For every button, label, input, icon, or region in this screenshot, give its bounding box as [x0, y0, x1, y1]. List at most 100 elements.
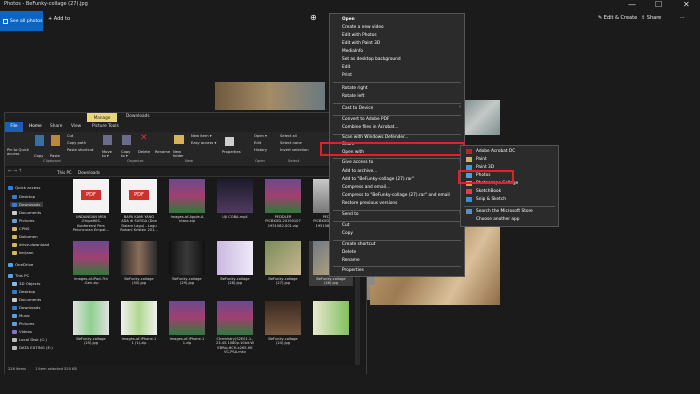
- file-item[interactable]: PDF UNDANGAN MEN -EmpatKiS- Konferensi Pe…: [69, 179, 113, 232]
- sidebar-item-videos[interactable]: Videos: [12, 329, 32, 334]
- see-all-photos-button[interactable]: See all photos: [0, 11, 43, 31]
- menu-item-restore-versions[interactable]: Restore previous versions: [342, 201, 397, 206]
- tab-home[interactable]: Home: [29, 124, 42, 129]
- breadcrumb-downloads[interactable]: Downloads: [78, 170, 100, 175]
- sidebar-item-pictures-pc[interactable]: Pictures: [12, 321, 34, 326]
- properties-icon[interactable]: [225, 137, 234, 146]
- file-item[interactable]: images-of-iPad-7th -Gen.zip: [69, 241, 113, 286]
- address-bar[interactable]: ← → ↑ This PC Downloads: [5, 168, 366, 177]
- menu-item-print[interactable]: Print: [342, 73, 352, 78]
- nav-arrows-icon[interactable]: ← → ↑: [8, 169, 22, 174]
- submenu-item-store[interactable]: Search the Microsoft Store: [476, 209, 533, 214]
- manage-tab[interactable]: Manage: [87, 113, 117, 122]
- file-item[interactable]: PDF BAPA KAMI YANG ADA di SURGA (Doa Dala…: [117, 179, 161, 232]
- sidebar-item-quick-access[interactable]: Quick access: [8, 185, 40, 190]
- menu-item-add-archive[interactable]: Add to archive...: [342, 169, 377, 174]
- add-to-button[interactable]: + Add to: [48, 16, 70, 22]
- sidebar-item-music[interactable]: Music: [12, 313, 30, 318]
- sidebar-item-3d-objects[interactable]: 3D Objects: [12, 281, 40, 286]
- submenu-item-choose-app[interactable]: Choose another app: [476, 217, 520, 222]
- select-all-button[interactable]: Select all: [280, 134, 297, 138]
- file-item[interactable]: BeFunky-collage (25).jpg: [69, 301, 113, 346]
- menu-item-properties[interactable]: Properties: [342, 268, 364, 273]
- file-item[interactable]: BeFunky-collage (30).jpg: [117, 241, 161, 286]
- menu-item-edit-photos[interactable]: Edit with Photos: [342, 33, 377, 38]
- file-item[interactable]: BeFunky-collage (27).jpg: [261, 241, 305, 286]
- sidebar-item-pictures[interactable]: Pictures: [12, 218, 34, 223]
- submenu-item-acrobat[interactable]: Adobe Acrobat DC: [476, 149, 515, 154]
- file-item[interactable]: [309, 301, 353, 337]
- sidebar-item-cpns[interactable]: CPNS: [12, 226, 29, 231]
- menu-item-edit[interactable]: Edit: [342, 65, 350, 70]
- file-item[interactable]: BeFunky-collage (24).jpg: [261, 301, 305, 346]
- sidebar-item-dokumen[interactable]: Dokumen: [12, 234, 38, 239]
- submenu-item-paint[interactable]: Paint: [476, 157, 487, 162]
- new-item-button[interactable]: New item ▾: [191, 134, 212, 138]
- move-to-icon[interactable]: [103, 135, 112, 145]
- menu-item-send-to[interactable]: Send to: [342, 212, 359, 217]
- open-button[interactable]: Open ▾: [254, 134, 267, 138]
- close-button[interactable]: ✕: [683, 0, 690, 9]
- menu-item-add-rar[interactable]: Add to "BeFunky-collage (27).rar": [342, 177, 414, 182]
- menu-item-cut[interactable]: Cut: [342, 223, 349, 228]
- share-button[interactable]: ⇪ Share: [641, 15, 661, 21]
- menu-item-create-video[interactable]: Create a new video: [342, 25, 384, 30]
- file-item[interactable]: images-of-Apple-A ntara.zip: [165, 179, 209, 224]
- menu-item-combine-acrobat[interactable]: Combine files in Acrobat...: [342, 125, 399, 130]
- menu-item-rename[interactable]: Rename: [342, 258, 360, 263]
- delete-icon[interactable]: ✕: [140, 133, 148, 143]
- new-folder-icon[interactable]: [174, 135, 184, 144]
- copy-to-button[interactable]: Copy to ▾: [121, 150, 130, 159]
- sidebar-item-downloads-pc[interactable]: Downloads: [12, 305, 40, 310]
- sidebar-item-onedrive[interactable]: OneDrive: [8, 262, 33, 267]
- sidebar-item-this-pc[interactable]: This PC: [8, 273, 29, 278]
- zoom-in-icon[interactable]: ⊕: [310, 13, 317, 22]
- menu-item-compress-rar-email[interactable]: Compress to "BeFunky-collage (27).rar" a…: [342, 193, 450, 198]
- pin-quick-access-button[interactable]: Pin to Quick access: [7, 148, 29, 157]
- sidebar-item-kerjaan[interactable]: kerjaan: [12, 250, 33, 255]
- copy-button[interactable]: Copy: [34, 154, 43, 158]
- history-button[interactable]: History: [254, 148, 267, 152]
- menu-item-open[interactable]: Open: [342, 17, 355, 22]
- paste-button[interactable]: Paste: [50, 154, 60, 158]
- sidebar-item-data-drive[interactable]: DATA EXTING (E:): [12, 345, 53, 350]
- sidebar-item-documents[interactable]: Documents: [12, 210, 41, 215]
- file-item[interactable]: PEDDLER PICBXXD-20190107 1951582-001.zip: [261, 179, 305, 228]
- menu-item-compress-email[interactable]: Compress and email...: [342, 185, 390, 190]
- more-options-button[interactable]: ···: [680, 15, 685, 21]
- paste-icon[interactable]: [51, 135, 60, 146]
- file-item[interactable]: UJI COBA.mp4: [213, 179, 257, 219]
- file-item[interactable]: images-of-iPhone-1 1.zip: [165, 301, 209, 346]
- edit-create-button[interactable]: ✎ Edit & Create: [598, 15, 637, 21]
- menu-item-cast[interactable]: Cast to Device: [342, 106, 373, 111]
- menu-item-set-background[interactable]: Set as desktop background: [342, 57, 401, 62]
- sidebar-item-drive-download[interactable]: drive-download: [12, 242, 49, 247]
- tab-picture-tools[interactable]: Picture Tools: [92, 124, 119, 129]
- menu-item-copy[interactable]: Copy: [342, 231, 353, 236]
- cut-button[interactable]: Cut: [67, 134, 73, 138]
- properties-button[interactable]: Properties: [222, 150, 241, 154]
- menu-item-scan-defender[interactable]: Scan with Windows Defender...: [342, 135, 409, 140]
- menu-item-convert-pdf[interactable]: Convert to Adobe PDF: [342, 117, 389, 122]
- menu-item-edit-paint3d[interactable]: Edit with Paint 3D: [342, 41, 380, 46]
- edit-button[interactable]: Edit: [254, 141, 261, 145]
- move-to-button[interactable]: Move to ▾: [102, 150, 112, 159]
- minimize-button[interactable]: —: [628, 0, 636, 9]
- menu-item-give-access[interactable]: Give access to: [342, 160, 373, 165]
- file-item[interactable]: Chemistry(S2E01.1.. 23.45.1080p.10bit.W …: [213, 301, 257, 354]
- tab-view[interactable]: View: [71, 124, 81, 129]
- menu-item-rotate-left[interactable]: Rotate left: [342, 94, 364, 99]
- menu-item-rotate-right[interactable]: Rotate right: [342, 86, 368, 91]
- copy-path-button[interactable]: Copy path: [67, 141, 86, 145]
- breadcrumb-this-pc[interactable]: This PC: [57, 170, 72, 175]
- maximize-button[interactable]: ☐: [655, 0, 662, 9]
- submenu-item-snip-sketch[interactable]: Snip & Sketch: [476, 197, 506, 202]
- new-folder-button[interactable]: New folder: [173, 150, 184, 159]
- sidebar-item-local-disk[interactable]: Local Disk (C:): [12, 337, 47, 342]
- paste-shortcut-button[interactable]: Paste shortcut: [67, 148, 93, 152]
- invert-selection-button[interactable]: Invert selection: [280, 148, 309, 152]
- copy-icon[interactable]: [35, 135, 44, 146]
- submenu-item-sketchbook[interactable]: SketchBook: [476, 189, 501, 194]
- tab-file[interactable]: File: [5, 122, 23, 132]
- menu-item-mediainfo[interactable]: MediaInfo: [342, 49, 363, 54]
